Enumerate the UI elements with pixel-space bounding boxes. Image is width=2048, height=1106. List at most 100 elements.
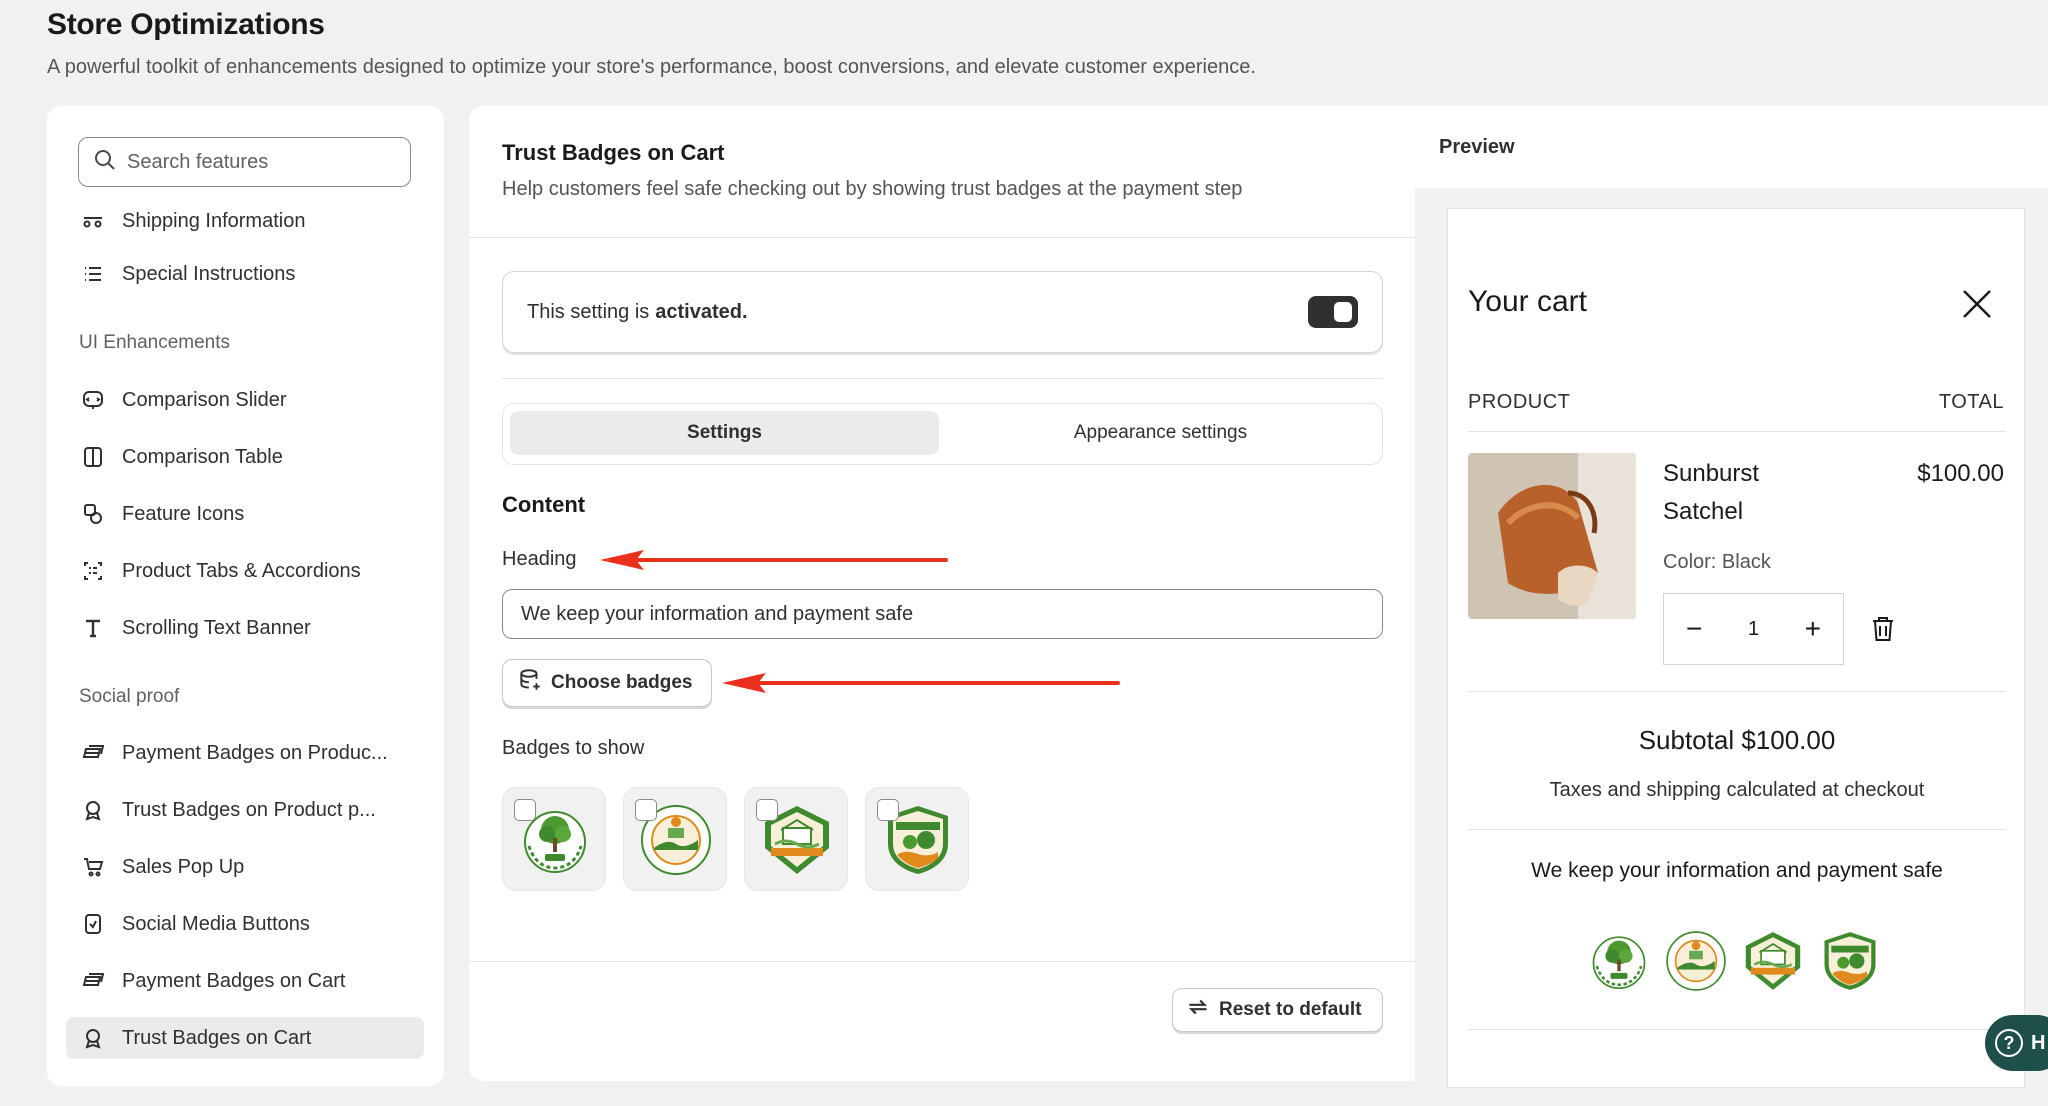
product-price: $100.00 xyxy=(1917,460,2004,487)
preview-area: Your cart PRODUCT TOTAL Sunburst Satchel xyxy=(1415,188,2048,1088)
preview-label: Preview xyxy=(1439,136,1515,158)
sidebar-item-shipping-information[interactable]: Shipping Information xyxy=(66,197,424,233)
badges-to-show-label: Badges to show xyxy=(502,737,645,759)
sidebar-group-social-proof: Social proof xyxy=(79,686,180,707)
quantity-stepper: − 1 + xyxy=(1663,593,1844,665)
footer-divider xyxy=(469,961,1415,962)
trash-icon[interactable] xyxy=(1870,615,1896,643)
tab-settings[interactable]: Settings xyxy=(510,411,939,455)
refresh-icon xyxy=(1185,994,1219,1026)
badge-tile-natural-products-shield[interactable] xyxy=(865,787,969,891)
cart-drawer: Your cart PRODUCT TOTAL Sunburst Satchel xyxy=(1447,208,2025,1088)
sidebar-item-comparison-slider[interactable]: Comparison Slider xyxy=(66,379,424,421)
sidebar-item-comparison-table[interactable]: Comparison Table xyxy=(66,436,424,478)
natural-products-badge-icon xyxy=(1666,931,1726,991)
cart-divider xyxy=(1468,431,2006,432)
tab-appearance-settings[interactable]: Appearance settings xyxy=(946,411,1375,455)
content-heading: Content xyxy=(502,492,586,517)
badge-tile-natural-products[interactable] xyxy=(623,787,727,891)
sidebar-item-payment-badges-product[interactable]: Payment Badges on Produc... xyxy=(66,732,424,774)
bio-products-badge-icon xyxy=(1745,932,1801,990)
popup-icon xyxy=(80,854,106,880)
sidebar-item-label: Comparison Slider xyxy=(122,388,287,411)
search-icon xyxy=(93,148,117,177)
sidebar-item-label: Comparison Table xyxy=(122,445,283,468)
sidebar-item-label: Feature Icons xyxy=(122,502,245,525)
column-total: TOTAL xyxy=(1938,391,2004,413)
product-variant: Color: Black xyxy=(1663,551,1771,573)
sidebar: Shipping Information Special Instruction… xyxy=(47,106,444,1086)
cart-divider xyxy=(1468,1029,2006,1030)
choose-badges-button[interactable]: Choose badges xyxy=(502,659,712,707)
sidebar-item-trust-badges-cart[interactable]: Trust Badges on Cart xyxy=(66,1017,424,1059)
page-title: Store Optimizations xyxy=(47,8,325,41)
status-text: This setting is xyxy=(527,300,650,323)
reset-label: Reset to default xyxy=(1219,999,1362,1020)
sidebar-item-sales-pop-up[interactable]: Sales Pop Up xyxy=(66,846,424,888)
header-divider xyxy=(469,237,1415,238)
social-icon xyxy=(80,911,106,937)
sidebar-item-trust-badges-product[interactable]: Trust Badges on Product p... xyxy=(66,789,424,831)
sidebar-item-label: Sales Pop Up xyxy=(122,855,245,878)
heading-input[interactable] xyxy=(502,589,1383,639)
sidebar-item-label: Product Tabs & Accordions xyxy=(122,559,361,582)
sidebar-item-label: Trust Badges on Cart xyxy=(122,1026,312,1049)
sidebar-item-label: Scrolling Text Banner xyxy=(122,616,311,639)
activation-status: This setting is activated. xyxy=(502,271,1383,353)
badge-checkbox[interactable] xyxy=(756,799,778,821)
help-label: H xyxy=(2031,1031,2046,1054)
sidebar-item-label: Payment Badges on Cart xyxy=(122,969,346,992)
badge-tile-eco[interactable] xyxy=(502,787,606,891)
badge-tile-bio-products[interactable] xyxy=(744,787,848,891)
choose-badges-label: Choose badges xyxy=(551,672,693,693)
reset-to-default-button[interactable]: Reset to default xyxy=(1172,988,1383,1032)
toggle-knob xyxy=(1334,302,1352,322)
truck-icon xyxy=(80,207,106,233)
sidebar-item-payment-badges-cart[interactable]: Payment Badges on Cart xyxy=(66,960,424,1002)
cart-divider xyxy=(1468,829,2006,830)
product-name[interactable]: Sunburst Satchel xyxy=(1663,455,1823,531)
status-divider xyxy=(502,378,1383,379)
search-input[interactable] xyxy=(127,150,387,174)
sidebar-item-scrolling-text-banner[interactable]: Scrolling Text Banner xyxy=(66,607,424,649)
sidebar-item-label: Trust Badges on Product p... xyxy=(122,798,376,821)
sidebar-item-special-instructions[interactable]: Special Instructions xyxy=(66,253,424,295)
list-icon xyxy=(80,261,106,287)
sidebar-item-product-tabs[interactable]: Product Tabs & Accordions xyxy=(66,550,424,592)
minus-icon[interactable]: − xyxy=(1686,613,1702,645)
help-icon: ? xyxy=(1995,1029,2023,1057)
payment-icon xyxy=(80,740,106,766)
feature-title: Trust Badges on Cart xyxy=(502,140,725,165)
badge-icon xyxy=(80,797,106,823)
tabs-icon xyxy=(80,558,106,584)
search-box[interactable] xyxy=(78,137,411,187)
plus-icon[interactable]: + xyxy=(1805,613,1821,645)
badge-icon xyxy=(80,1025,106,1051)
taxes-note: Taxes and shipping calculated at checkou… xyxy=(1549,779,1925,801)
activation-toggle[interactable] xyxy=(1308,296,1358,328)
page-subtitle: A powerful toolkit of enhancements desig… xyxy=(47,56,1256,78)
help-button[interactable]: ? H xyxy=(1985,1015,2048,1071)
eco-badge-icon xyxy=(1592,936,1646,990)
badge-checkbox[interactable] xyxy=(635,799,657,821)
settings-panel: Trust Badges on Cart Help customers feel… xyxy=(469,106,1415,1081)
shapes-icon xyxy=(80,501,106,527)
close-icon[interactable] xyxy=(1960,287,1994,321)
badge-checkbox[interactable] xyxy=(877,799,899,821)
sidebar-item-label: Special Instructions xyxy=(122,262,296,285)
payment-icon xyxy=(80,968,106,994)
database-add-icon xyxy=(517,667,551,699)
sidebar-item-social-media-buttons[interactable]: Social Media Buttons xyxy=(66,903,424,945)
sidebar-item-label: Social Media Buttons xyxy=(122,912,310,935)
annotation-arrow-choose-badges xyxy=(722,673,1120,693)
status-value: activated. xyxy=(655,300,748,323)
cart-title: Your cart xyxy=(1468,285,1587,318)
sidebar-item-label: Payment Badges on Produc... xyxy=(122,741,388,764)
sidebar-group-ui-enhancements: UI Enhancements xyxy=(79,332,231,353)
settings-tabs: Settings Appearance settings xyxy=(502,403,1383,465)
feature-description: Help customers feel safe checking out by… xyxy=(502,178,1243,200)
column-product: PRODUCT xyxy=(1468,391,1571,413)
sidebar-item-feature-icons[interactable]: Feature Icons xyxy=(66,493,424,535)
badge-checkbox[interactable] xyxy=(514,799,536,821)
heading-label: Heading xyxy=(502,548,577,570)
